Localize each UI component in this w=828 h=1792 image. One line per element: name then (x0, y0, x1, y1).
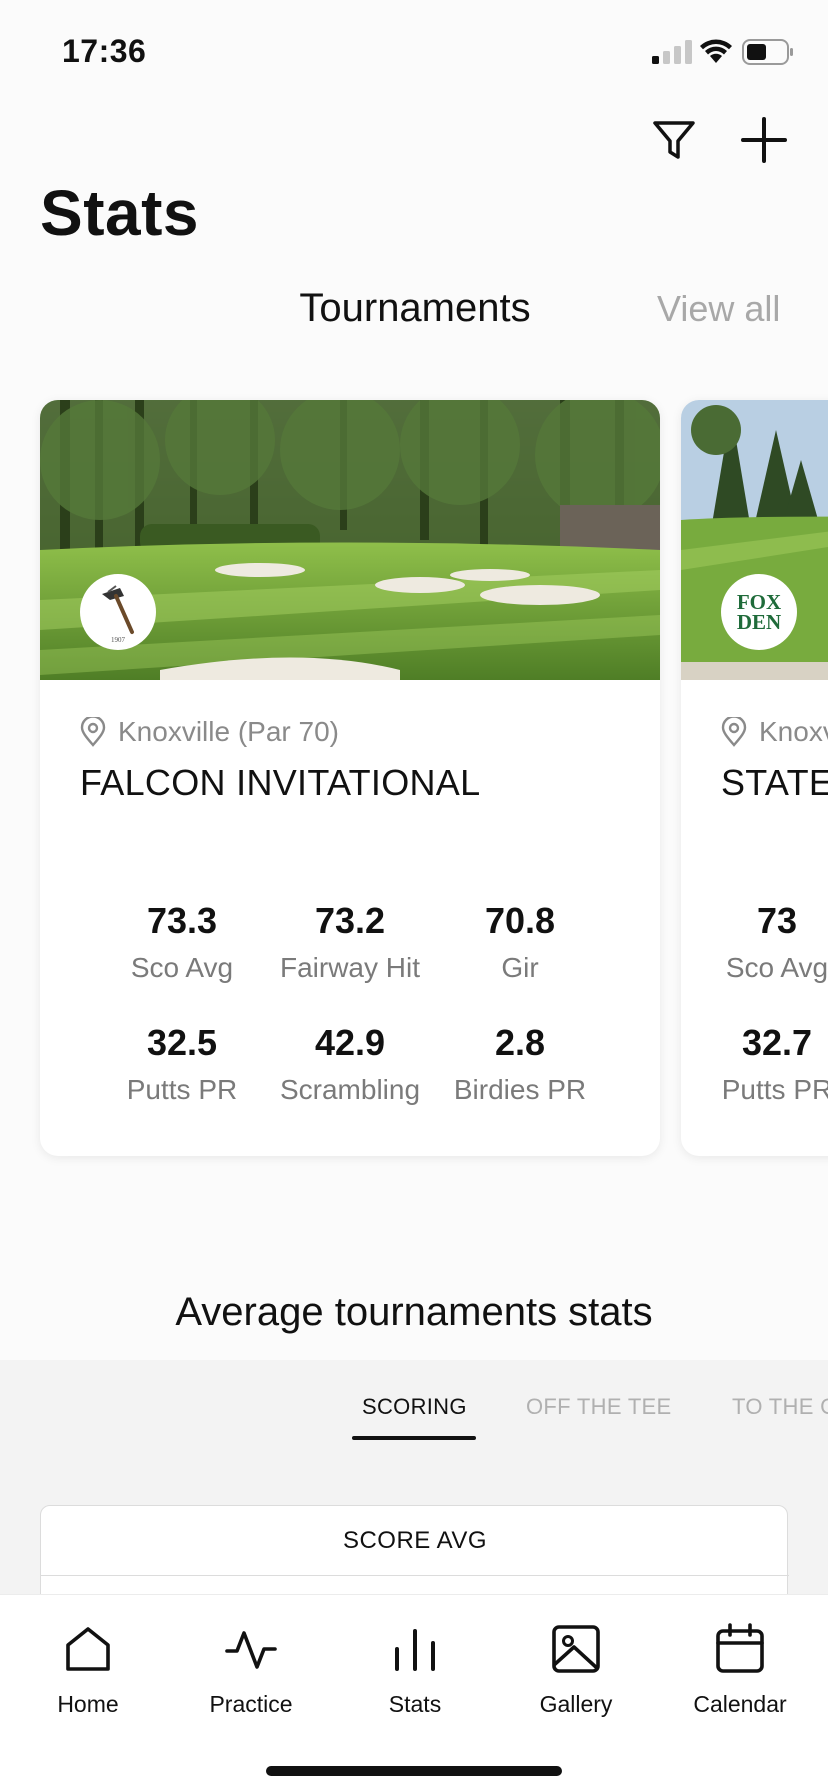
location-pin-icon (80, 717, 106, 747)
location-row: Knoxville (Par 70) (80, 716, 339, 748)
active-tab-indicator (352, 1436, 476, 1440)
cellular-signal-icon (652, 40, 692, 64)
nav-gallery[interactable]: Gallery (506, 1621, 646, 1718)
battery-icon (742, 39, 793, 65)
tab-off-the-tee[interactable]: OFF THE TEE (526, 1394, 672, 1420)
location-text: Knoxville (Par 70) (118, 716, 339, 747)
tab-scoring[interactable]: SCORING (362, 1394, 467, 1420)
bottom-nav: Home Practice Stats Gallery Calendar (0, 1594, 828, 1792)
tournament-card[interactable]: FOX DEN Knoxv STATE 73 Sco Avg 32.7 Putt… (681, 400, 828, 1156)
status-bar: 17:36 (0, 0, 828, 100)
filter-button[interactable] (646, 112, 702, 168)
tournament-name: FALCON INVITATIONAL (80, 762, 481, 803)
stat-value: 32.7 (741, 1022, 813, 1063)
logo-text: DEN (736, 610, 782, 634)
location-pin-icon (721, 717, 747, 747)
logo-text: FOX (736, 590, 782, 614)
club-logo: 1907 (80, 574, 156, 650)
nav-label: Stats (388, 1691, 442, 1717)
stat-sco-avg: 73 Sco Avg (681, 900, 828, 984)
tournament-name: STATE (721, 762, 828, 803)
tournament-card[interactable]: 1907 Knoxville (Par 70) FALCON INVITATIO… (40, 400, 660, 1156)
image-icon (552, 1625, 600, 1673)
stat-label: Gir (501, 952, 539, 983)
nav-label: Home (57, 1691, 119, 1717)
calendar-icon (716, 1623, 764, 1673)
stat-label: Putts PR (721, 1074, 828, 1105)
stat-label: Sco Avg (725, 952, 828, 983)
stat-birdies-pr: 2.8 Birdies PR (420, 1022, 620, 1106)
plus-icon (741, 117, 787, 163)
club-logo: FOX DEN (721, 574, 797, 650)
filter-icon (653, 121, 695, 159)
page-title: Stats (40, 177, 199, 249)
tournaments-header: Tournaments View all (0, 282, 828, 338)
nav-stats[interactable]: Stats (345, 1621, 485, 1718)
add-button[interactable] (736, 112, 792, 168)
header-actions (640, 112, 800, 168)
nav-home[interactable]: Home (18, 1621, 158, 1718)
stat-putts-pr: 32.7 Putts PR (681, 1022, 828, 1106)
wifi-icon (700, 39, 732, 63)
home-icon (66, 1627, 110, 1671)
svg-text:1907: 1907 (111, 636, 126, 644)
activity-icon (225, 1631, 277, 1669)
stat-label: Birdies PR (453, 1074, 587, 1105)
location-text: Knoxv (759, 716, 828, 747)
tournaments-title: Tournaments (299, 286, 531, 330)
home-indicator (266, 1766, 562, 1776)
score-avg-title: SCORE AVG (41, 1506, 789, 1576)
stats-screen: 17:36 Stats Tournaments View all 1907 Kn… (0, 0, 828, 1792)
status-time: 17:36 (62, 33, 147, 69)
nav-practice[interactable]: Practice (181, 1621, 321, 1718)
tab-to-the-green[interactable]: TO THE G (732, 1394, 828, 1420)
view-all-link[interactable]: View all (657, 288, 780, 330)
nav-label: Practice (209, 1691, 293, 1717)
nav-label: Calendar (693, 1691, 787, 1717)
average-stats-panel: SCORING OFF THE TEE TO THE G SCORE AVG (0, 1360, 828, 1645)
stat-gir: 70.8 Gir (420, 900, 620, 984)
nav-label: Gallery (539, 1691, 613, 1717)
stat-value: 70.8 (484, 900, 556, 941)
stat-value: 2.8 (494, 1022, 546, 1063)
nav-calendar[interactable]: Calendar (670, 1621, 810, 1718)
location-row: Knoxv (721, 716, 828, 748)
stat-value: 73 (756, 900, 798, 941)
bar-chart-icon (395, 1629, 435, 1671)
average-stats-title: Average tournaments stats (175, 1290, 653, 1334)
